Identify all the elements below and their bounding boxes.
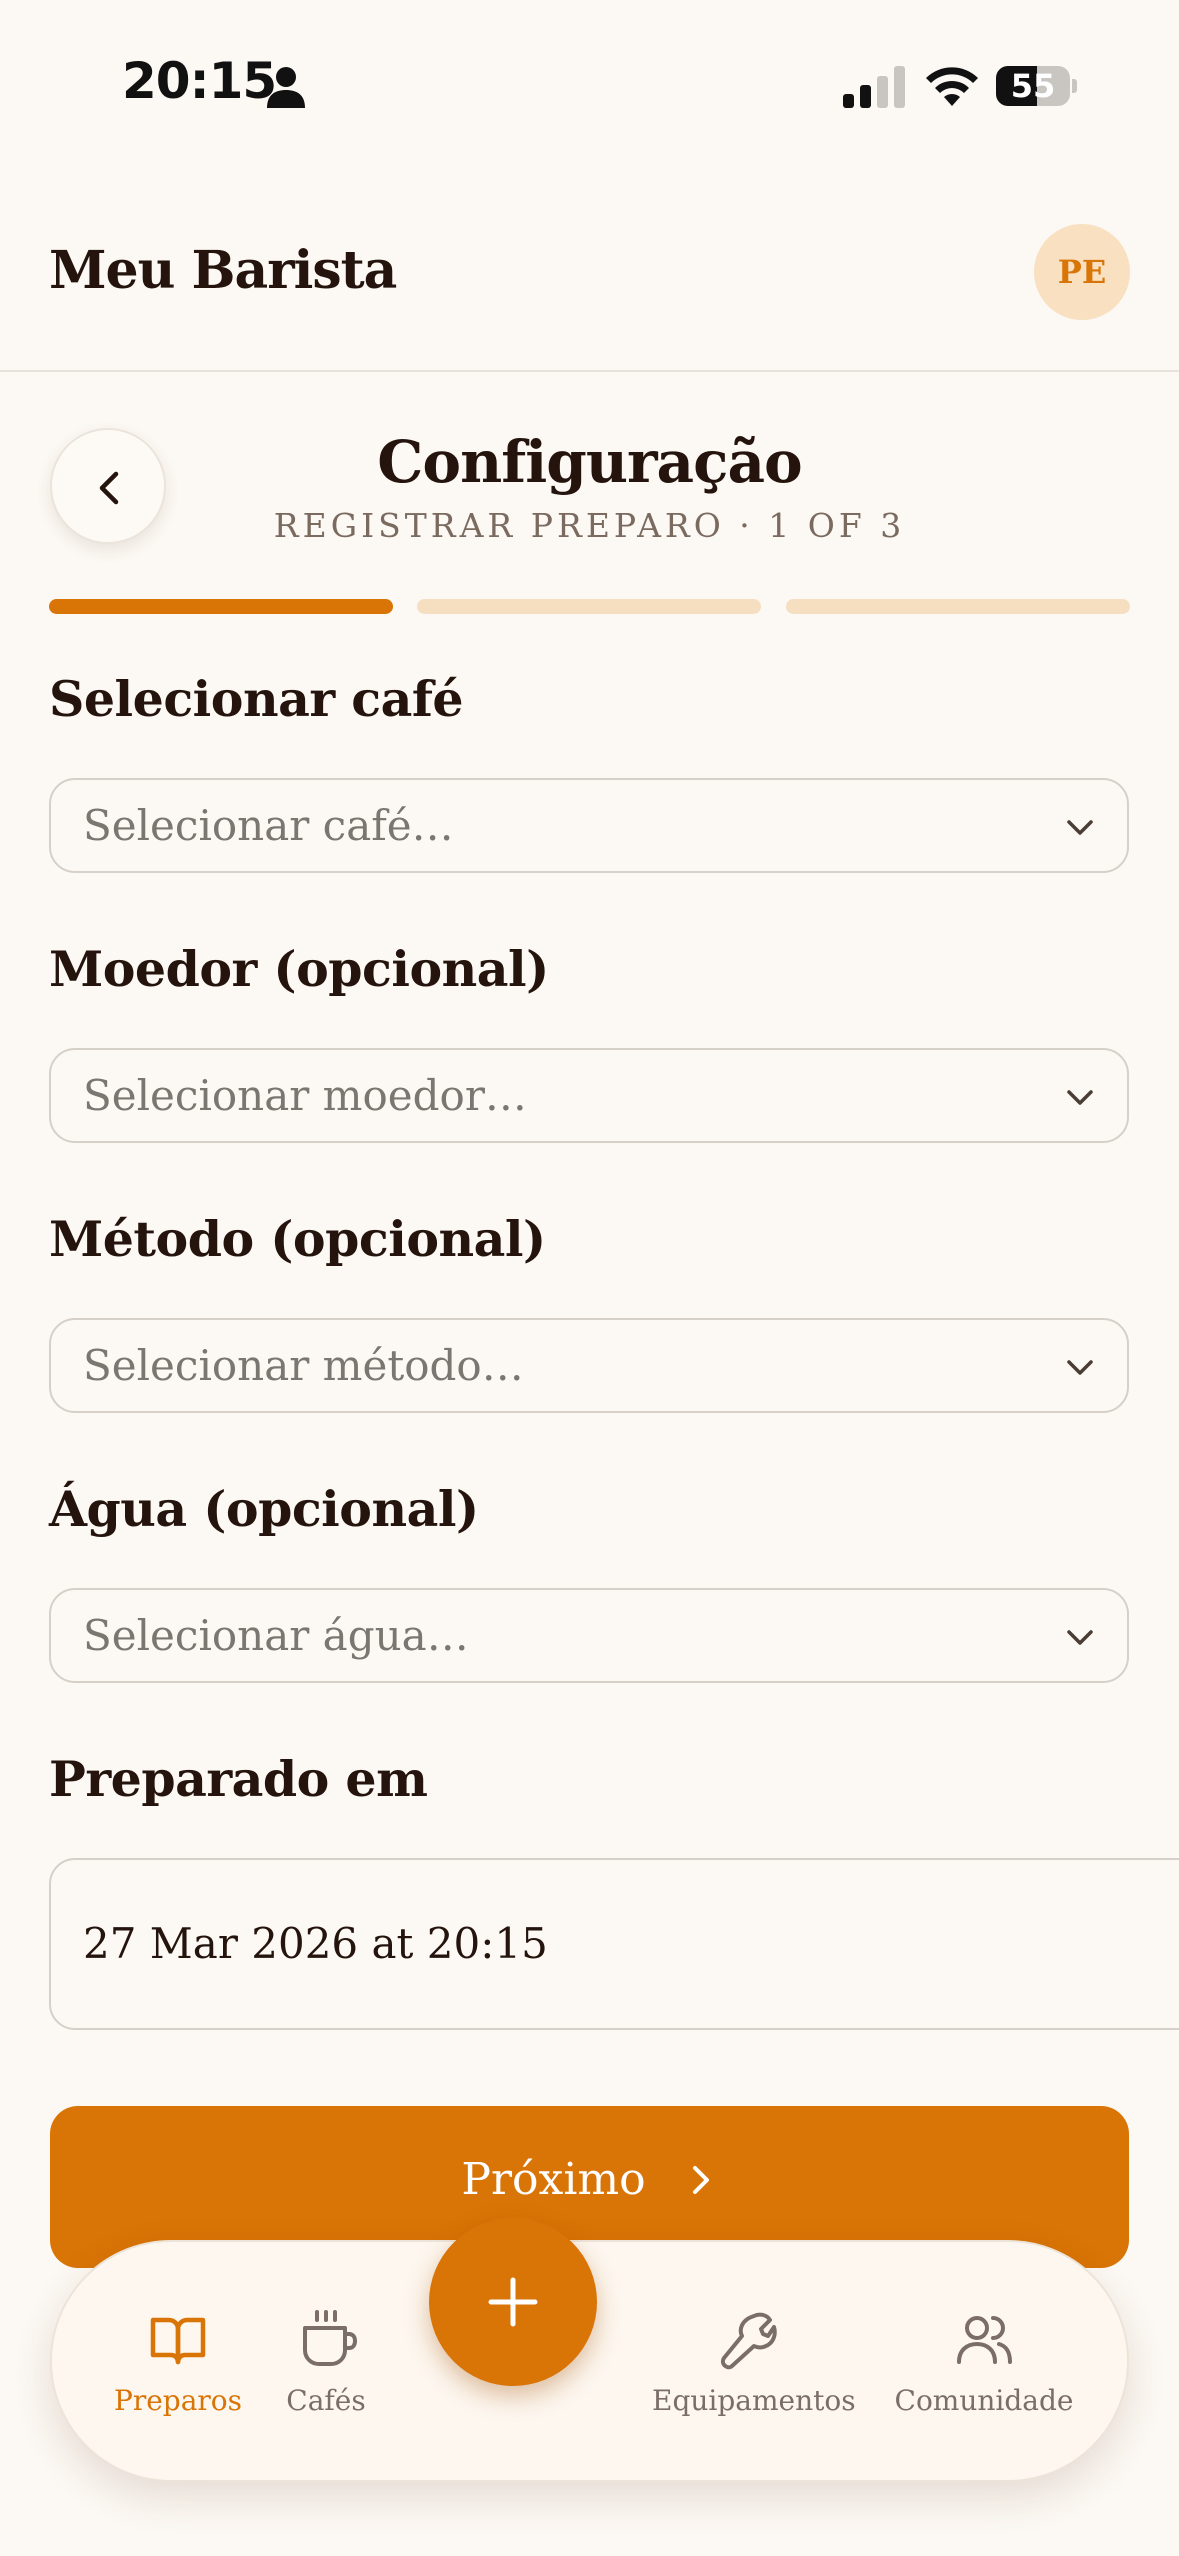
brewed-at-value: 27 Mar 2026 at 20:15: [83, 1919, 548, 1968]
progress-step-3: [786, 599, 1130, 614]
chevron-right-icon: [692, 2165, 709, 2194]
plus-icon: [488, 2277, 538, 2327]
method-label: Método (opcional): [49, 1210, 546, 1268]
progress-step-2: [417, 599, 761, 614]
brewed-at-label: Preparado em: [49, 1750, 428, 1808]
chevron-down-icon: [1067, 1360, 1093, 1375]
method-select-placeholder: Selecionar método…: [83, 1341, 524, 1390]
tab-preparos[interactable]: Preparos: [108, 2308, 248, 2438]
wrench-icon: [721, 2312, 777, 2370]
users-icon: [957, 2316, 1012, 2364]
wifi-icon: [926, 67, 978, 106]
app-header: Meu Barista PE: [0, 200, 1179, 372]
battery-icon: 55: [996, 66, 1077, 106]
grinder-label: Moedor (opcional): [49, 940, 549, 998]
step-subtitle: REGISTRAR PREPARO · 1 OF 3: [273, 506, 906, 545]
coffee-label: Selecionar café: [49, 670, 464, 728]
tab-equipamentos[interactable]: Equipamentos: [652, 2308, 856, 2438]
method-select[interactable]: Selecionar método…: [49, 1318, 1129, 1413]
coffee-select-placeholder: Selecionar café…: [83, 801, 454, 850]
tab-label: Comunidade: [894, 2384, 1074, 2417]
tab-label: Preparos: [113, 2384, 243, 2417]
chevron-down-icon: [1067, 1630, 1093, 1645]
status-time: 20:15: [122, 52, 277, 110]
book-icon: [150, 2317, 206, 2365]
water-label: Água (opcional): [49, 1480, 479, 1538]
battery-percentage: 55: [1010, 67, 1056, 105]
next-button-label: Próximo: [461, 2154, 646, 2205]
tab-label: Cafés: [286, 2384, 366, 2417]
grinder-select[interactable]: Selecionar moedor…: [49, 1048, 1129, 1143]
add-brew-button[interactable]: [429, 2218, 597, 2386]
brewed-at-field[interactable]: 27 Mar 2026 at 20:15: [49, 1858, 1179, 2030]
progress-step-1: [49, 599, 393, 614]
app-title: Meu Barista: [49, 240, 397, 301]
water-select-placeholder: Selecionar água…: [83, 1611, 469, 1660]
tab-comunidade[interactable]: Comunidade: [894, 2308, 1074, 2438]
chevron-down-icon: [1067, 820, 1093, 835]
chevron-down-icon: [1067, 1090, 1093, 1105]
page-title: Configuração: [377, 428, 802, 496]
signal-icon: [843, 66, 905, 108]
water-select[interactable]: Selecionar água…: [49, 1588, 1129, 1683]
status-bar: 20:15 55: [0, 0, 1179, 170]
avatar[interactable]: PE: [1034, 224, 1130, 320]
coffee-cup-icon: [303, 2310, 357, 2366]
person-icon: [267, 67, 305, 108]
tab-cafes[interactable]: Cafés: [266, 2308, 386, 2438]
coffee-select[interactable]: Selecionar café…: [49, 778, 1129, 873]
grinder-select-placeholder: Selecionar moedor…: [83, 1071, 527, 1120]
tab-label: Equipamentos: [652, 2384, 856, 2417]
